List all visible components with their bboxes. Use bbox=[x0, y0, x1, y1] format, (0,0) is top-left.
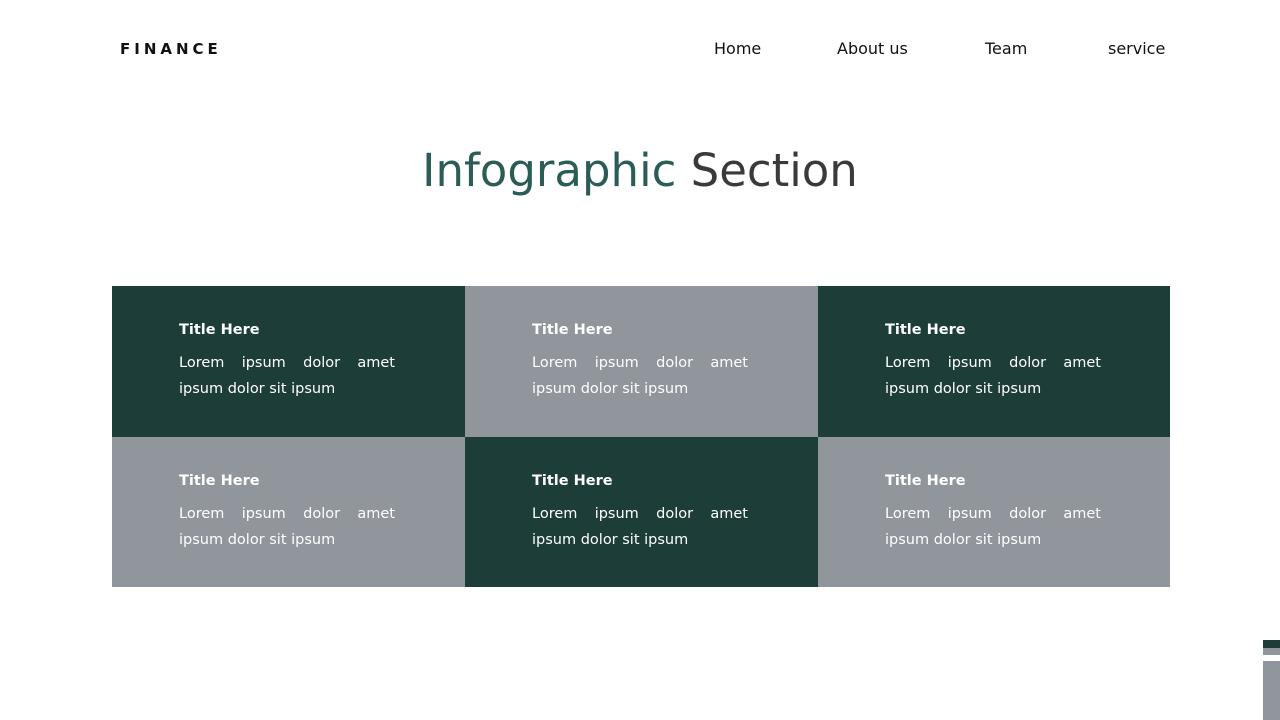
info-card-2: Title Here Lorem ipsum dolor amet ipsum … bbox=[465, 286, 818, 437]
decor-bar-grey-large bbox=[1263, 661, 1280, 720]
card-text: Lorem ipsum dolor amet ipsum dolor sit i… bbox=[179, 355, 395, 397]
info-card-3: Title Here Lorem ipsum dolor amet ipsum … bbox=[818, 286, 1170, 437]
section-heading: Infographic Section bbox=[0, 142, 1280, 200]
heading-highlight: Infographic bbox=[422, 144, 677, 197]
info-card-6: Title Here Lorem ipsum dolor amet ipsum … bbox=[818, 437, 1170, 587]
nav-about-us[interactable]: About us bbox=[837, 38, 908, 60]
card-title: Title Here bbox=[179, 473, 260, 489]
heading-rest: Section bbox=[690, 144, 858, 197]
info-card-4: Title Here Lorem ipsum dolor amet ipsum … bbox=[112, 437, 465, 587]
main-nav: Home About us Team service bbox=[0, 38, 1280, 60]
card-text: Lorem ipsum dolor amet ipsum dolor sit i… bbox=[179, 506, 395, 548]
card-text: Lorem ipsum dolor amet ipsum dolor sit i… bbox=[532, 355, 748, 397]
card-title: Title Here bbox=[532, 473, 613, 489]
card-title: Title Here bbox=[885, 322, 966, 338]
decor-bar-dark bbox=[1263, 640, 1280, 648]
nav-team[interactable]: Team bbox=[985, 38, 1027, 60]
infographic-grid: Title Here Lorem ipsum dolor amet ipsum … bbox=[112, 286, 1170, 587]
card-text: Lorem ipsum dolor amet ipsum dolor sit i… bbox=[885, 355, 1101, 397]
card-title: Title Here bbox=[179, 322, 260, 338]
nav-home[interactable]: Home bbox=[714, 38, 761, 60]
info-card-1: Title Here Lorem ipsum dolor amet ipsum … bbox=[112, 286, 465, 437]
info-card-5: Title Here Lorem ipsum dolor amet ipsum … bbox=[465, 437, 818, 587]
decor-bar-grey-small bbox=[1263, 648, 1280, 655]
card-text: Lorem ipsum dolor amet ipsum dolor sit i… bbox=[885, 506, 1101, 548]
card-title: Title Here bbox=[532, 322, 613, 338]
card-text: Lorem ipsum dolor amet ipsum dolor sit i… bbox=[532, 506, 748, 548]
card-title: Title Here bbox=[885, 473, 966, 489]
nav-service[interactable]: service bbox=[1108, 38, 1165, 60]
